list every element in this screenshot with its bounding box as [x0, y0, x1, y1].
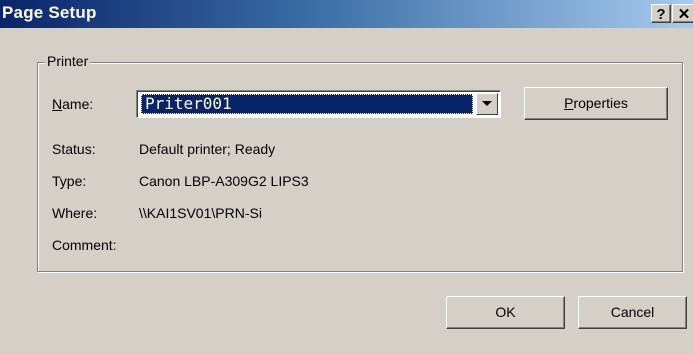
close-button[interactable]: ✕: [672, 4, 693, 23]
cancel-button[interactable]: Cancel: [578, 296, 687, 329]
ok-button[interactable]: OK: [446, 296, 565, 329]
selected-printer-value: Priter001: [141, 94, 473, 114]
dialog-title: Page Setup: [2, 3, 97, 22]
close-icon: ✕: [677, 6, 691, 23]
printer-group-label: Printer: [45, 53, 91, 69]
help-button[interactable]: ?: [651, 4, 671, 23]
status-label: Status:: [52, 141, 96, 157]
printer-name-combobox[interactable]: Priter001: [136, 90, 501, 118]
status-value: Default printer; Ready: [139, 141, 276, 157]
where-label: Where:: [52, 205, 98, 221]
comment-label: Comment:: [52, 237, 117, 253]
type-label: Type:: [52, 173, 87, 189]
help-icon: ?: [656, 6, 666, 23]
where-value: \\KAI1SV01\PRN-Si: [139, 205, 262, 221]
type-value: Canon LBP-A309G2 LIPS3: [139, 173, 309, 189]
page-setup-dialog: Page Setup ? ✕ Printer Name: Priter001 P…: [0, 0, 693, 354]
chevron-down-icon[interactable]: [476, 93, 498, 115]
properties-button[interactable]: Properties: [524, 87, 668, 120]
title-bar[interactable]: Page Setup ? ✕: [0, 0, 693, 28]
name-label: Name:: [52, 96, 94, 112]
